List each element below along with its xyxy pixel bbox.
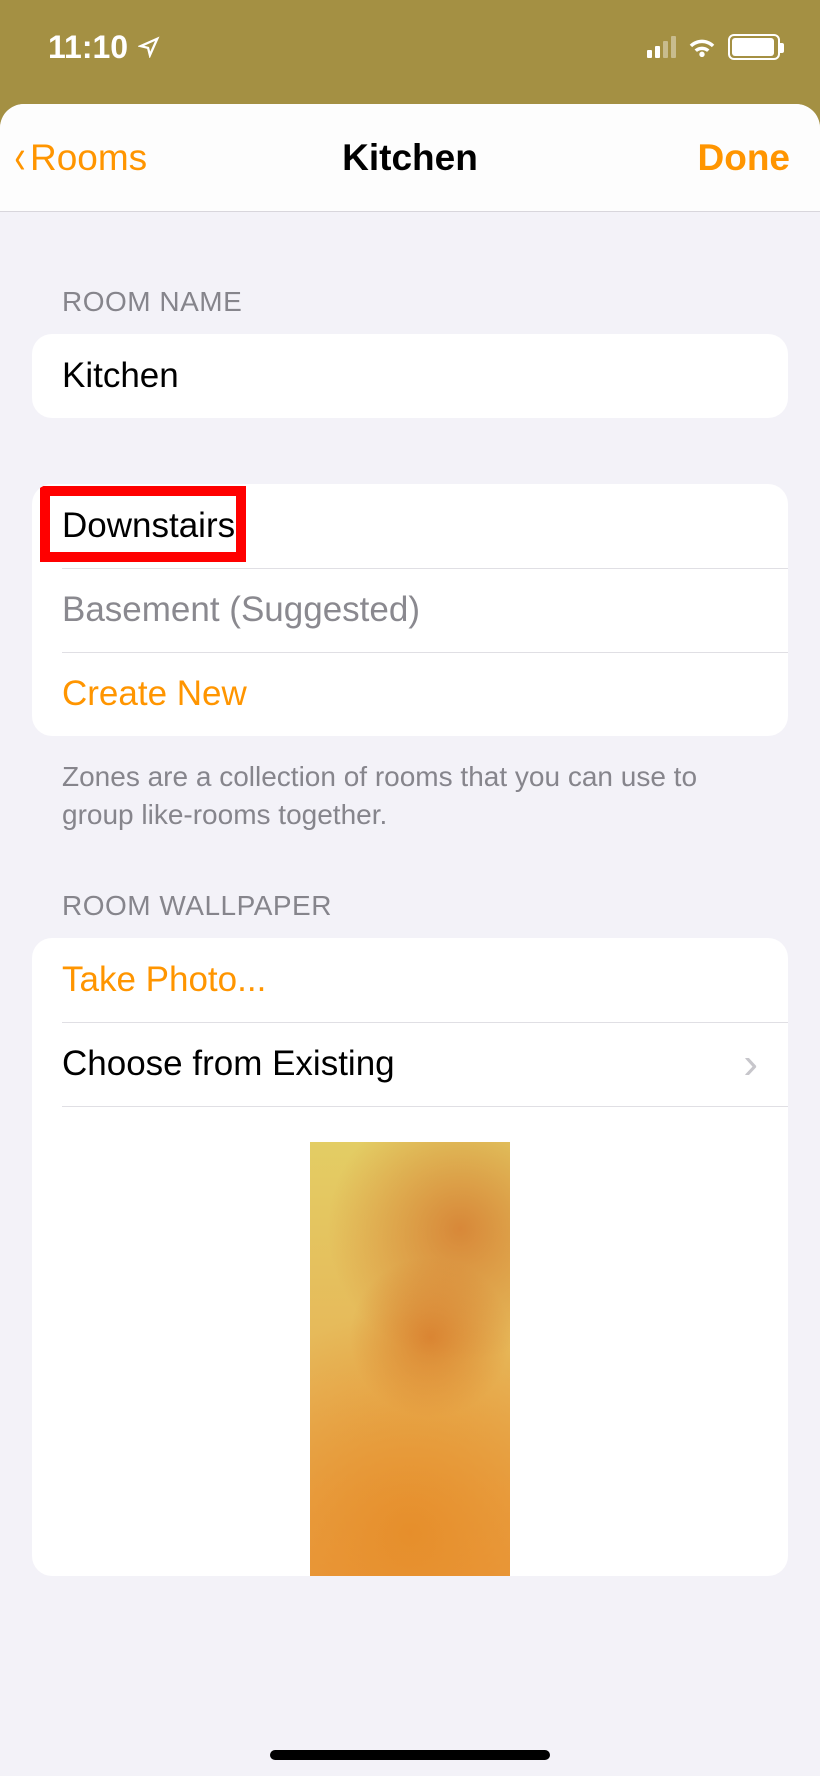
page-title: Kitchen [342, 137, 478, 179]
zone-row-suggested[interactable]: Basement (Suggested) [32, 568, 788, 652]
wallpaper-preview-row[interactable] [32, 1106, 788, 1576]
settings-sheet: ‹ Rooms Kitchen Done ROOM NAME Kitchen D… [0, 104, 820, 1776]
status-right [647, 33, 780, 62]
zone-row-downstairs[interactable]: Downstairs [32, 484, 788, 568]
status-time: 11:10 [48, 29, 128, 66]
wallpaper-group: Take Photo... Choose from Existing [32, 938, 788, 1576]
navbar: ‹ Rooms Kitchen Done [0, 104, 820, 212]
room-name-header: ROOM NAME [62, 286, 788, 318]
content-scroll[interactable]: ROOM NAME Kitchen Downstairs Basement (S… [0, 286, 820, 1576]
location-icon [138, 29, 160, 66]
battery-icon [728, 34, 780, 60]
zones-group: Downstairs Basement (Suggested) Create N… [32, 484, 788, 736]
cellular-signal-icon [647, 36, 676, 58]
room-name-field[interactable]: Kitchen [32, 334, 788, 418]
back-label: Rooms [30, 137, 147, 179]
status-left: 11:10 [48, 29, 160, 66]
chevron-left-icon: ‹ [14, 134, 25, 182]
room-name-value: Kitchen [62, 356, 179, 396]
take-photo-label: Take Photo... [62, 960, 266, 1000]
take-photo-button[interactable]: Take Photo... [32, 938, 788, 1022]
create-new-label: Create New [62, 674, 247, 714]
wifi-icon [686, 33, 718, 62]
back-button[interactable]: ‹ Rooms [12, 134, 147, 182]
wallpaper-header: ROOM WALLPAPER [62, 890, 788, 922]
zone-label: Downstairs [62, 506, 235, 546]
status-bar: 11:10 [0, 0, 820, 104]
wallpaper-thumbnail [310, 1142, 510, 1576]
room-name-group: Kitchen [32, 334, 788, 418]
zones-footer-note: Zones are a collection of rooms that you… [62, 758, 758, 834]
done-button[interactable]: Done [698, 137, 791, 179]
create-new-zone-button[interactable]: Create New [32, 652, 788, 736]
zone-suggested-label: Basement (Suggested) [62, 590, 420, 630]
choose-existing-button[interactable]: Choose from Existing [32, 1022, 788, 1106]
home-indicator[interactable] [270, 1750, 550, 1760]
choose-existing-label: Choose from Existing [62, 1044, 395, 1084]
